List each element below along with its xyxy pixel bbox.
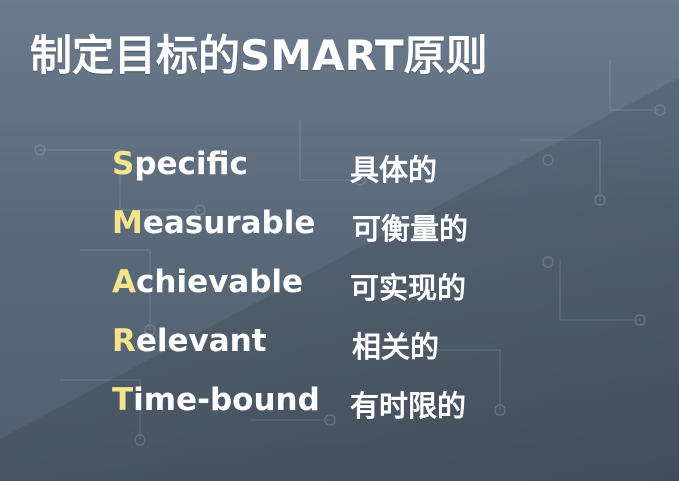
smart-item-initial: S [112, 146, 135, 182]
smart-item-chinese: 具体的 [350, 153, 438, 187]
smart-item-initial: T [112, 382, 134, 418]
smart-item-rest: pecific [134, 146, 248, 182]
smart-item-rest: chievable [136, 264, 304, 300]
smart-item: Specific 具体的 [112, 146, 632, 205]
smart-item-chinese: 相关的 [352, 330, 440, 364]
smart-item-english: Measurable [112, 205, 315, 241]
smart-item-initial: R [112, 323, 136, 359]
smart-item-english: Achievable [112, 264, 303, 300]
smart-item-chinese: 有时限的 [350, 389, 467, 423]
smart-list: Specific 具体的 Measurable 可衡量的 Achievable 可实现的 R… [112, 146, 632, 441]
smart-item-initial: A [112, 264, 136, 300]
smart-item: Achievable 可实现的 [112, 264, 632, 323]
smart-item: Measurable 可衡量的 [112, 205, 632, 264]
slide-title: 制定目标的SMART原则 [30, 31, 488, 80]
smart-item-rest: elevant [135, 323, 267, 359]
smart-item-initial: M [112, 205, 143, 241]
smart-item: Relevant 相关的 [112, 323, 632, 382]
smart-item-english: Time-bound [112, 382, 320, 418]
smart-item-english: Specific [112, 146, 248, 182]
smart-item: Time-bound 有时限的 [112, 382, 632, 441]
smart-item-rest: ime-bound [133, 382, 320, 418]
smart-item-rest: easurable [142, 205, 316, 241]
smart-item-chinese: 可实现的 [350, 271, 467, 305]
smart-item-english: Relevant [112, 323, 267, 359]
smart-item-chinese: 可衡量的 [352, 212, 469, 246]
